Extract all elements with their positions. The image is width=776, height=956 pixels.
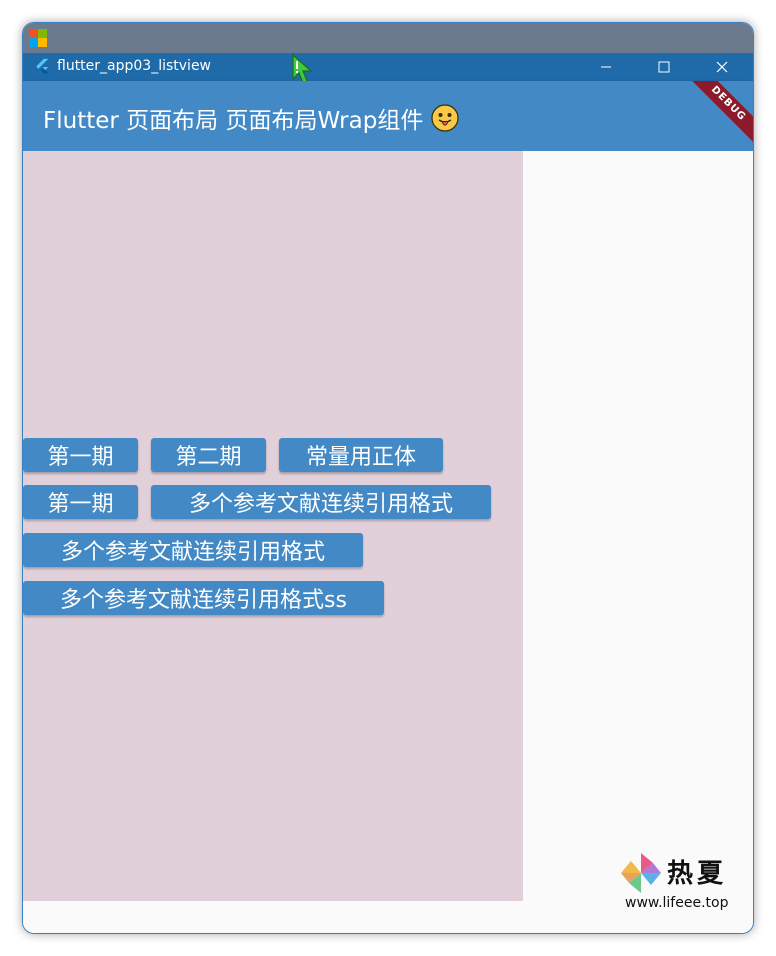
wrap-chip-button[interactable]: 第一期 [23,485,138,519]
close-button[interactable] [699,53,745,81]
debug-banner: DEBUG [682,81,753,150]
window-title: flutter_app03_listview [57,58,212,74]
wrap-chip-button[interactable]: 第二期 [151,438,266,472]
watermark-name: 热夏 [667,859,728,889]
watermark-url: www.lifeee.top [625,895,729,911]
app-bar-title-text: Flutter 页面布局 页面布局Wrap组件 [43,108,424,134]
wrap-chip-button[interactable]: 多个参考文献连续引用格式ss [23,581,384,615]
maximize-icon [658,61,670,73]
wrap-chip-button[interactable]: 多个参考文献连续引用格式 [151,485,491,519]
watermark: 热夏 www.lifeee.top [619,851,749,915]
app-bar-title: Flutter 页面布局 页面布局Wrap组件 [43,101,459,135]
page-body: 第一期 第二期 常量用正体 第一期 多个参考文献连续引用格式 多个参考文献连续引… [23,151,753,933]
os-top-bar [23,23,753,53]
wrap-chip-button[interactable]: 常量用正体 [279,438,443,472]
minimize-icon [601,66,611,68]
flutter-icon [36,58,49,74]
app-bar: Flutter 页面布局 页面布局Wrap组件 DEBUG [23,81,753,151]
tongue-out-emoji-icon [431,104,459,132]
app-window: flutter_app03_listview Flutter 页面布局 页面布局… [22,22,754,934]
window-title-bar[interactable]: flutter_app03_listview [23,53,753,81]
wrap-chip-button[interactable]: 多个参考文献连续引用格式 [23,533,363,567]
windows-logo-icon [29,29,47,47]
close-icon [716,61,728,73]
pinwheel-logo-icon [621,853,661,893]
wrap-chip-button[interactable]: 第一期 [23,438,138,472]
minimize-button[interactable] [583,53,629,81]
wrap-container: 第一期 第二期 常量用正体 第一期 多个参考文献连续引用格式 多个参考文献连续引… [23,151,523,901]
maximize-button[interactable] [641,53,687,81]
